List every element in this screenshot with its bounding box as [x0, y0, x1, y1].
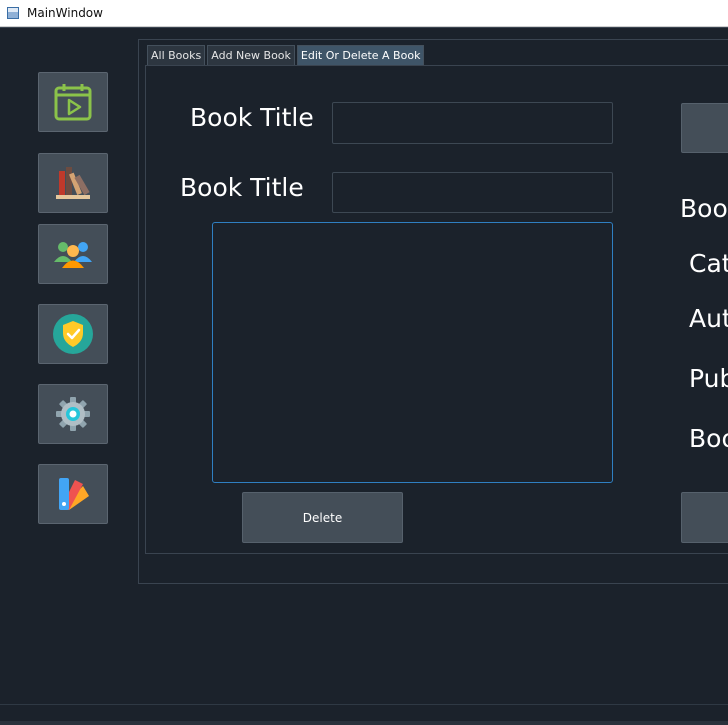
- sidebar-item-calendar[interactable]: [38, 72, 108, 132]
- book-price-label: Boo: [689, 424, 728, 453]
- users-icon: [54, 242, 92, 268]
- sidebar-item-settings[interactable]: [38, 384, 108, 444]
- book-title-edit-input[interactable]: [332, 172, 613, 213]
- save-button[interactable]: [681, 492, 728, 543]
- book-title-label-2: Book Title: [180, 173, 304, 202]
- status-bar: [0, 721, 728, 725]
- shield-check-icon: [53, 314, 93, 354]
- title-bar: MainWindow: [0, 0, 728, 27]
- book-description-textarea[interactable]: [212, 222, 613, 483]
- tab-bar: All Books Add New Book Edit Or Delete A …: [147, 45, 426, 65]
- status-separator: [0, 704, 728, 705]
- author-label: Aut: [689, 304, 728, 333]
- calendar-play-icon: [54, 84, 92, 121]
- delete-button[interactable]: Delete: [242, 492, 403, 543]
- tab-add-new-book[interactable]: Add New Book: [207, 45, 295, 65]
- main-window-body: All Books Add New Book Edit Or Delete A …: [0, 27, 728, 725]
- book-title-label: Book Title: [190, 103, 314, 132]
- book-title-search-input[interactable]: [332, 102, 613, 144]
- search-book-button[interactable]: [681, 103, 728, 153]
- books-icon: [56, 167, 90, 199]
- app-window-icon: [7, 7, 19, 19]
- book-name-label: Boo: [680, 194, 728, 223]
- sidebar-item-books[interactable]: [38, 153, 108, 213]
- sidebar-item-themes[interactable]: [38, 464, 108, 524]
- sidebar-item-users[interactable]: [38, 224, 108, 284]
- window-title: MainWindow: [27, 6, 103, 20]
- tab-edit-or-delete-book[interactable]: Edit Or Delete A Book: [296, 45, 425, 65]
- category-label: Cat: [689, 249, 728, 278]
- gear-icon: [56, 397, 90, 431]
- publisher-label: Pub: [689, 364, 728, 393]
- tab-all-books[interactable]: All Books: [147, 45, 206, 65]
- color-palette-icon: [59, 478, 89, 510]
- sidebar-item-security[interactable]: [38, 304, 108, 364]
